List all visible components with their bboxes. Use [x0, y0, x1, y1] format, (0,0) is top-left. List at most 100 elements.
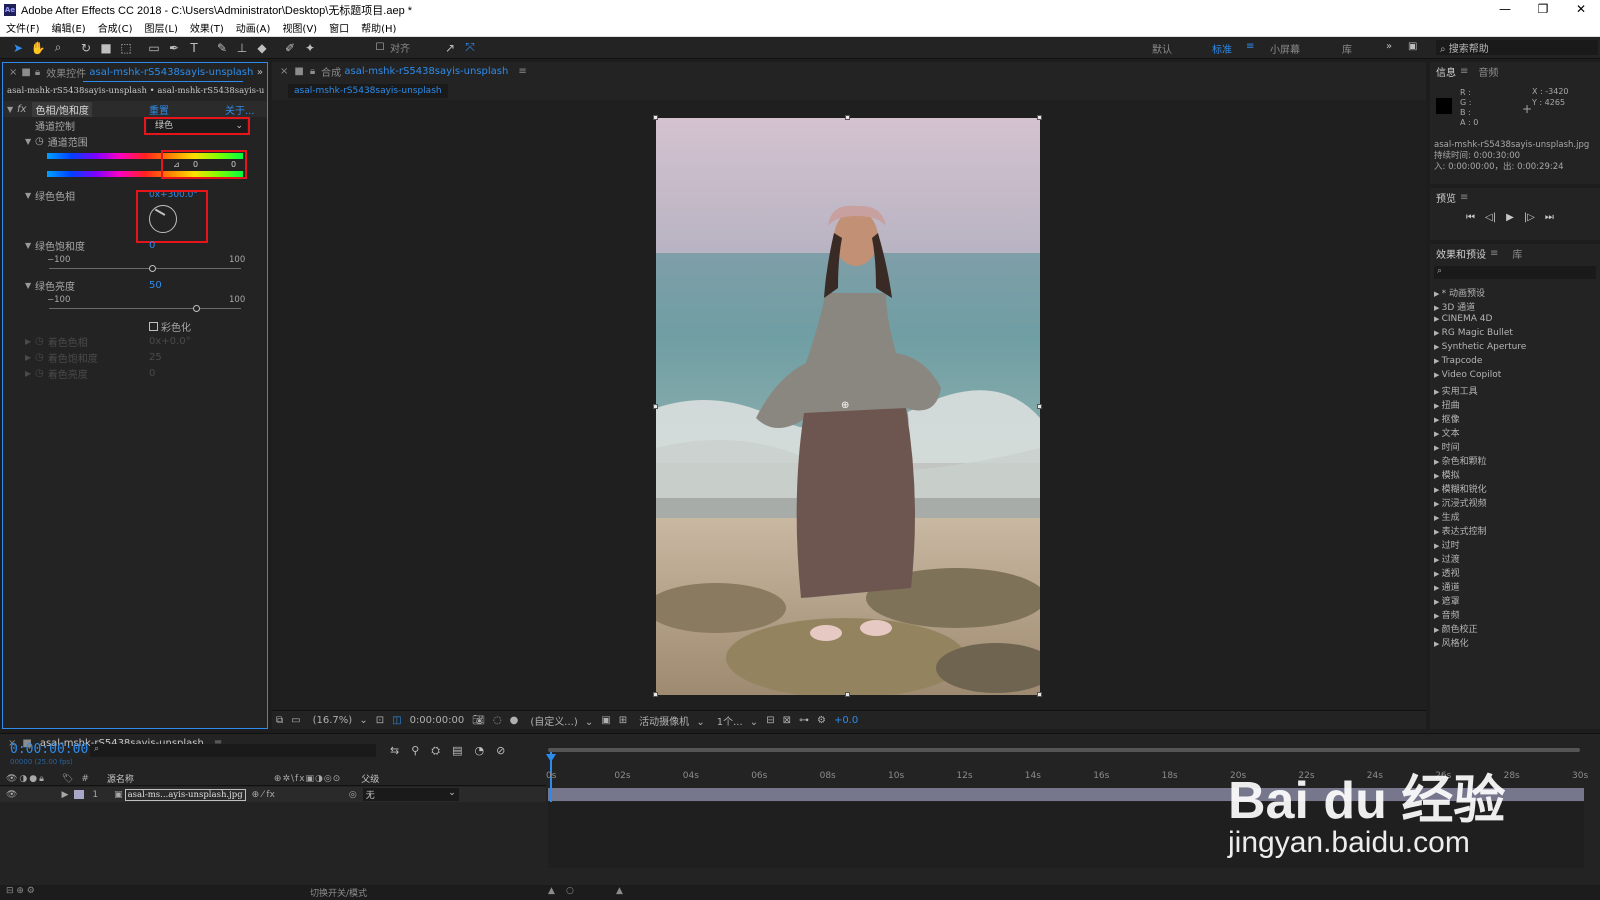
saturation-slider-track[interactable] — [49, 268, 241, 269]
zoom-dropdown[interactable]: (16.7%) ⌄ — [309, 715, 368, 726]
transform-handle[interactable] — [1037, 692, 1042, 697]
effects-category-item[interactable]: ▶ 透视 — [1434, 566, 1460, 579]
effects-category-item[interactable]: ▶ * 动画预设 — [1434, 286, 1485, 299]
maximize-button[interactable]: ❐ — [1524, 0, 1562, 19]
show-snapshot-icon[interactable]: ◌ — [493, 715, 502, 726]
lightness-slider-track[interactable] — [49, 308, 241, 309]
transform-handle[interactable] — [653, 115, 658, 120]
parent-header[interactable]: 父级 — [361, 772, 379, 785]
menu-window[interactable]: 窗口 — [329, 20, 349, 35]
more-workspaces-icon[interactable]: » — [1386, 41, 1392, 52]
effects-category-item[interactable]: ▶ 沉浸式视频 — [1434, 496, 1487, 509]
work-area-bar[interactable] — [548, 748, 1580, 752]
timeline-search-input[interactable]: ⌕ — [90, 744, 376, 757]
search-help-input[interactable]: ⌕ 搜索帮助 — [1436, 40, 1598, 55]
expand-triangle-icon[interactable]: ▶ — [1434, 371, 1442, 379]
hand-tool-icon[interactable]: ✋ — [29, 39, 47, 57]
previous-frame-icon[interactable]: ◁| — [1485, 212, 1496, 223]
align-checkbox-icon[interactable]: ☐ — [371, 39, 389, 57]
toggle-pixel-icon[interactable]: ⊟ — [766, 715, 774, 726]
expand-triangle-icon[interactable]: ▶ — [1434, 388, 1442, 396]
last-frame-icon[interactable]: ⏭ — [1545, 212, 1554, 223]
effects-presets-tab[interactable]: 效果和预设 — [1436, 246, 1486, 261]
effects-category-item[interactable]: ▶ 模拟 — [1434, 468, 1460, 481]
green-saturation-row[interactable]: ▼ 绿色饱和度 0 — [3, 237, 267, 253]
menu-layer[interactable]: 图层(L) — [144, 20, 177, 35]
effects-category-item[interactable]: ▶ 风格化 — [1434, 636, 1469, 649]
expand-triangle-icon[interactable]: ▶ — [1434, 329, 1442, 337]
resolution-dropdown[interactable]: (自定义...) ⌄ — [526, 713, 593, 728]
workspace-standard[interactable]: 标准 — [1212, 41, 1232, 56]
brush-tool-icon[interactable]: ✎ — [213, 39, 231, 57]
expand-triangle-icon[interactable]: ▶ — [1434, 343, 1442, 351]
composition-subtab[interactable]: asal-mshk-rS5438sayis-unsplash — [288, 84, 448, 98]
effects-category-item[interactable]: ▶ 时间 — [1434, 440, 1460, 453]
transparency-grid-icon[interactable]: ◫ — [392, 715, 401, 726]
menu-file[interactable]: 文件(F) — [6, 20, 40, 35]
transform-handle[interactable] — [1037, 115, 1042, 120]
minimize-button[interactable]: — — [1486, 0, 1524, 19]
eraser-tool-icon[interactable]: ◆ — [253, 39, 271, 57]
toggle-switches-modes[interactable]: 切换开关/模式 — [310, 886, 367, 899]
expand-triangle-icon[interactable]: ▶ — [1434, 416, 1442, 424]
workspace-library[interactable]: 库 — [1342, 41, 1352, 56]
pen-tool-icon[interactable]: ✒ — [165, 39, 183, 57]
clone-stamp-tool-icon[interactable]: ⊥ — [233, 39, 251, 57]
comp-mini-flowchart-icon[interactable]: ⇆ — [390, 744, 399, 758]
layer-name[interactable]: asal-ms...ayis-unsplash.jpg — [124, 788, 246, 801]
workspace-default[interactable]: 默认 — [1152, 41, 1172, 56]
effects-category-item[interactable]: ▶ 表达式控制 — [1434, 524, 1487, 537]
expand-triangle-icon[interactable]: ▶ — [1434, 556, 1442, 564]
expand-layer-icon[interactable]: ▶ — [61, 790, 68, 800]
reset-link[interactable]: 重置 — [149, 102, 169, 117]
panel-toggle-icon[interactable]: ▣ — [1408, 41, 1417, 52]
zoom-in-icon[interactable]: ▲ — [616, 886, 623, 896]
label-color-swatch[interactable] — [74, 790, 85, 799]
menu-effect[interactable]: 效果(T) — [190, 20, 224, 35]
label-icon[interactable]: 🏷︎ — [62, 774, 73, 784]
expand-triangle-icon[interactable]: ▶ — [1434, 486, 1442, 494]
info-tab[interactable]: 信息 — [1436, 64, 1456, 79]
effects-category-item[interactable]: ▶ 杂色和颗粒 — [1434, 454, 1487, 467]
transform-handle[interactable] — [845, 692, 850, 697]
pan-behind-tool-icon[interactable]: ⬚ — [117, 39, 135, 57]
expand-triangle-icon[interactable]: ▶ — [1434, 430, 1442, 438]
effects-category-item[interactable]: ▶ CINEMA 4D — [1434, 314, 1492, 324]
effects-category-item[interactable]: ▶ 文本 — [1434, 426, 1460, 439]
workspace-small-screen[interactable]: 小屏幕 — [1270, 41, 1300, 56]
parent-dropdown[interactable]: 无 ⌄ — [362, 788, 459, 801]
source-name-header[interactable]: 源名称 — [107, 772, 134, 785]
effects-category-item[interactable]: ▶ 遮罩 — [1434, 594, 1460, 607]
zoom-out-icon[interactable]: ▲ — [548, 886, 555, 896]
expand-triangle-icon[interactable]: ▶ — [1434, 472, 1442, 480]
effects-category-item[interactable]: ▶ 实用工具 — [1434, 384, 1478, 397]
effects-category-item[interactable]: ▶ 颜色校正 — [1434, 622, 1478, 635]
graph-editor-icon[interactable]: ⊘ — [496, 744, 505, 758]
views-dropdown[interactable]: 1个... ⌄ — [713, 713, 758, 728]
expand-triangle-icon[interactable]: ▶ — [1434, 500, 1442, 508]
effects-category-item[interactable]: ▶ 模糊和锐化 — [1434, 482, 1487, 495]
frame-blending-icon[interactable]: ▤ — [452, 744, 462, 758]
effects-category-item[interactable]: ▶ Trapcode — [1434, 356, 1482, 366]
expand-triangle-icon[interactable]: ▶ — [1434, 290, 1442, 298]
always-preview-icon[interactable]: ⧉ — [276, 715, 283, 726]
library-tab[interactable]: 库 — [1512, 246, 1522, 261]
selection-tool-icon[interactable]: ➤ — [9, 39, 27, 57]
expand-triangle-icon[interactable]: ▶ — [1434, 458, 1442, 466]
menu-edit[interactable]: 编辑(E) — [52, 20, 86, 35]
menu-composition[interactable]: 合成(C) — [98, 20, 133, 35]
expand-triangle-icon[interactable]: ▶ — [1434, 444, 1442, 452]
effects-category-item[interactable]: ▶ Synthetic Aperture — [1434, 342, 1526, 352]
region-icon[interactable]: ⊡ — [376, 715, 384, 726]
menu-help[interactable]: 帮助(H) — [361, 20, 396, 35]
exposure-value[interactable]: +0.0 — [834, 715, 858, 726]
expand-triangle-icon[interactable]: ▶ — [1434, 584, 1442, 592]
effect-controls-tab[interactable]: × ■ 🔒︎ 效果控件 asal-mshk-rS5438sayis-unspla… — [3, 63, 267, 81]
fx-icon[interactable]: fx — [17, 104, 26, 115]
effects-category-item[interactable]: ▶ 3D 通道 — [1434, 300, 1475, 313]
green-hue-row[interactable]: ▼ 绿色色相 — [3, 187, 267, 203]
transform-handle[interactable] — [653, 404, 658, 409]
expand-triangle-icon[interactable]: ▶ — [1434, 514, 1442, 522]
camera-dropdown[interactable]: 活动摄像机 ⌄ — [635, 713, 705, 728]
av-switches-icon[interactable]: 👁︎◑●🔒︎ — [6, 774, 46, 784]
